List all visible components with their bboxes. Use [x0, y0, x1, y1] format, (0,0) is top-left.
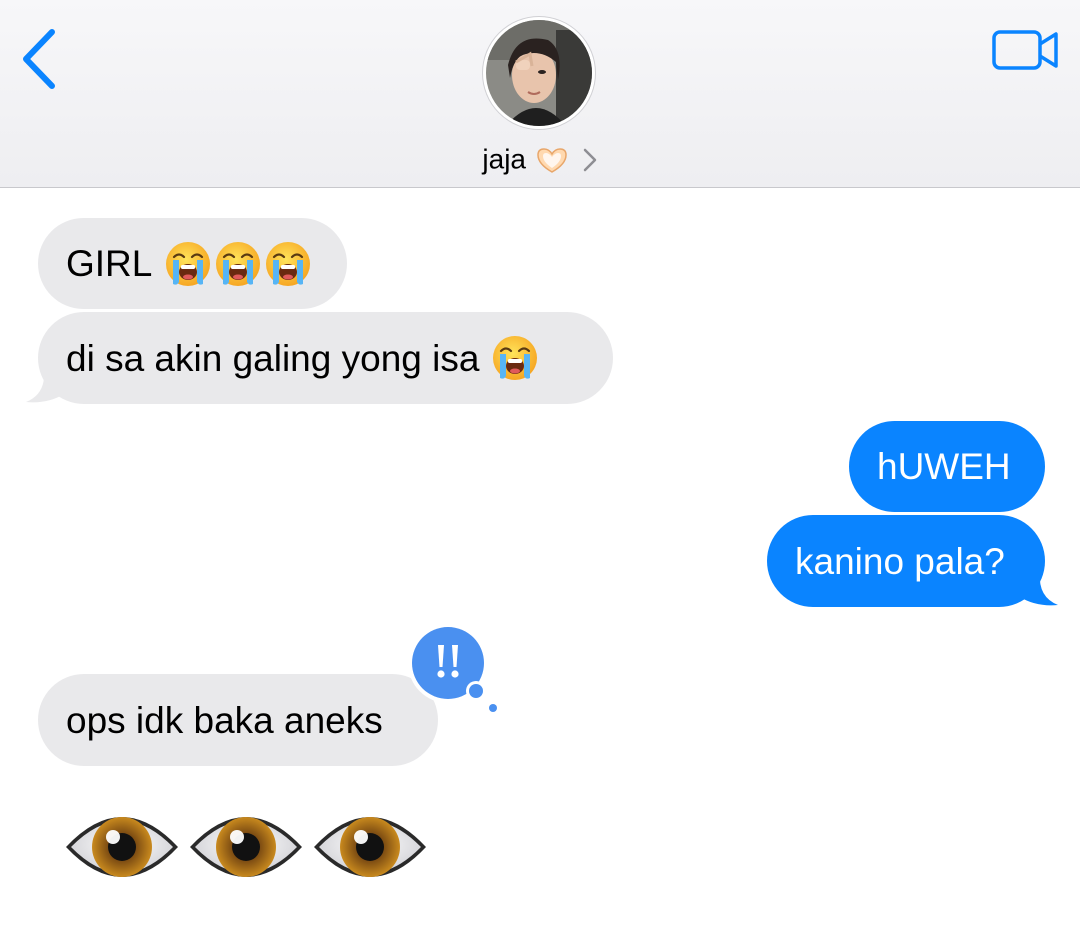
avatar-photo — [486, 20, 592, 126]
bubble-tail — [26, 370, 64, 403]
heart-hands-icon — [537, 147, 567, 173]
message-emoji-only[interactable] — [62, 797, 438, 897]
back-button[interactable] — [14, 24, 74, 94]
chevron-right-icon — [583, 148, 596, 171]
message-text: ops idk baka aneks — [66, 699, 383, 741]
facetime-video-button[interactable] — [990, 24, 1064, 74]
message-text: di sa akin galing yong isa — [66, 337, 480, 379]
message-sent[interactable]: hUWEH — [849, 421, 1045, 512]
message-text: hUWEH — [877, 446, 1011, 487]
bubble-tail — [1020, 573, 1058, 606]
chevron-left-icon — [23, 29, 55, 89]
eye-icon — [190, 817, 302, 877]
contact-name: jaja — [482, 143, 527, 175]
loudly-crying-face-icon — [492, 334, 539, 382]
conversation-header: jaja — [0, 0, 1080, 188]
contact-name-row[interactable]: jaja — [0, 142, 1080, 176]
tapback-reaction[interactable] — [408, 623, 500, 715]
loudly-crying-face-icon — [165, 240, 212, 287]
message-received[interactable]: di sa akin galing yong isa — [38, 312, 613, 404]
message-received[interactable]: ops idk baka aneks — [38, 674, 438, 766]
message-received[interactable]: GIRL — [38, 218, 347, 309]
eye-icon — [314, 817, 426, 877]
message-text: GIRL — [66, 243, 153, 284]
message-sent[interactable]: kanino pala? — [767, 515, 1045, 607]
loudly-crying-face-icon — [265, 240, 312, 287]
double-exclamation-icon — [408, 623, 499, 714]
contact-avatar[interactable] — [483, 17, 595, 129]
loudly-crying-face-icon — [215, 240, 262, 287]
message-text: kanino pala? — [795, 540, 1005, 582]
eye-icon — [66, 817, 178, 877]
video-camera-icon — [992, 30, 1058, 70]
